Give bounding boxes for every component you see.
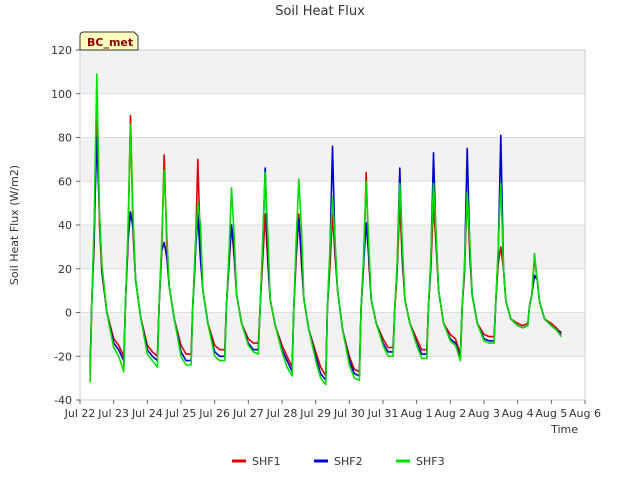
y-tick-label: 20 <box>58 263 72 276</box>
chart-title: Soil Heat Flux <box>275 4 365 19</box>
x-tick-label: Jul 26 <box>198 407 230 420</box>
x-tick-label: Aug 2 <box>434 407 466 420</box>
x-tick-label: Jul 30 <box>333 407 365 420</box>
x-tick-label: Jul 31 <box>367 407 399 420</box>
y-tick-label: -20 <box>54 350 72 363</box>
y-tick-label: 40 <box>58 219 72 232</box>
legend-label-shf3: SHF3 <box>416 455 445 468</box>
x-tick-label: Aug 3 <box>468 407 500 420</box>
y-tick-label: 0 <box>65 307 72 320</box>
x-tick-label: Jul 23 <box>97 407 129 420</box>
x-tick-label: Aug 6 <box>569 407 601 420</box>
grid-band <box>80 312 585 357</box>
y-axis: -40 -20 0 20 40 60 80 100 120 <box>51 44 80 407</box>
y-tick-label: -40 <box>54 394 72 407</box>
y-axis-label: Soil Heat Flux (W/m2) <box>8 165 21 285</box>
legend-label-shf1: SHF1 <box>252 455 281 468</box>
soil-heat-flux-chart: Soil Heat Flux -40 -20 0 20 40 60 80 100 120 Jul… <box>8 4 601 468</box>
x-tick-label: Jul 27 <box>232 407 264 420</box>
x-tick-label: Jul 29 <box>299 407 331 420</box>
station-badge-label: BC_met <box>87 36 133 49</box>
x-tick-label: Jul 22 <box>64 407 96 420</box>
x-axis: Jul 22 Jul 23 Jul 24 Jul 25 Jul 26 Jul 27 Jul … <box>64 400 601 420</box>
y-tick-label: 80 <box>58 132 72 145</box>
y-tick-label: 60 <box>58 175 72 188</box>
x-tick-label: Jul 28 <box>266 407 298 420</box>
x-tick-label: Jul 24 <box>131 407 163 420</box>
grid-band <box>80 225 585 269</box>
x-tick-label: Jul 25 <box>165 407 197 420</box>
x-tick-label: Aug 1 <box>401 407 433 420</box>
x-axis-label: Time <box>550 423 578 436</box>
y-tick-label: 100 <box>51 88 72 101</box>
legend-label-shf2: SHF2 <box>334 455 363 468</box>
grid-band <box>80 50 585 94</box>
x-tick-label: Aug 5 <box>535 407 567 420</box>
y-tick-label: 120 <box>51 44 72 57</box>
x-tick-label: Aug 4 <box>502 407 534 420</box>
station-badge: BC_met <box>79 31 139 51</box>
legend: SHF1 SHF2 SHF3 <box>232 455 445 468</box>
